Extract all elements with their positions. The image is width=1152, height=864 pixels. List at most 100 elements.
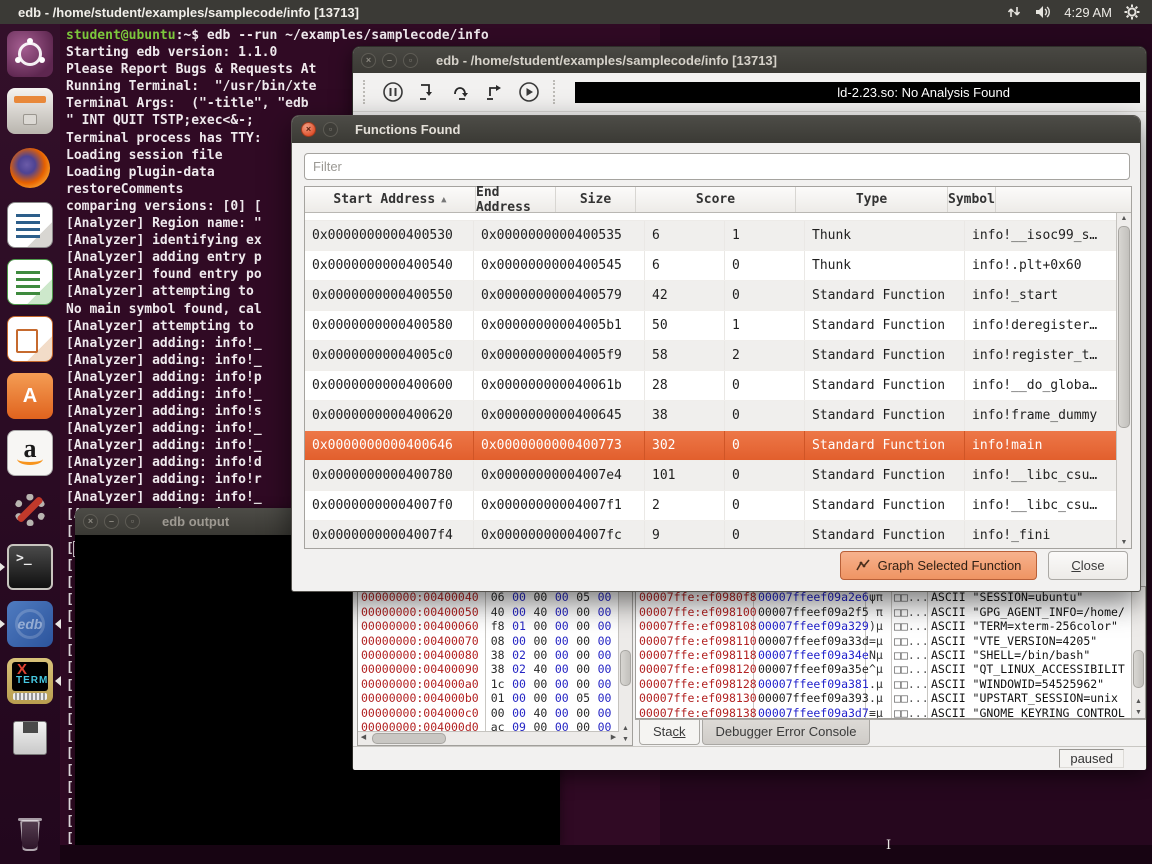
stack-row[interactable]: 00007ffe:ef098130 00007ffeef09a393 .μ □□…	[636, 691, 1132, 705]
column-header[interactable]: Size▲	[556, 187, 636, 212]
column-header[interactable]: Start Address▲	[305, 187, 476, 212]
stack-row[interactable]: 00007ffe:ef098128 00007ffeef09a381 .μ □□…	[636, 677, 1132, 691]
scroll-up-icon[interactable]: ▲	[619, 723, 632, 734]
stack-row[interactable]: 00007ffe:ef098110 00007ffeef09a33d =μ □□…	[636, 634, 1132, 648]
stack-panel[interactable]: 00007ffe:ef0980f0 00007ffeef09a2e0 00007…	[635, 586, 1146, 719]
scroll-right-icon[interactable]: ▶	[608, 732, 619, 744]
memory-row[interactable]: 00000000:00400070 08 00 00 00 00 00	[358, 634, 619, 648]
launcher-item[interactable]	[0, 87, 60, 135]
volume-icon[interactable]	[1034, 4, 1052, 20]
table-row[interactable]: 0x00000000004007f0 0x00000000004007f1 2 …	[305, 491, 1117, 521]
table-row[interactable]: 0x0000000000400620 0x0000000000400645 38…	[305, 401, 1117, 431]
stack-vertical-scrollbar[interactable]: ▲ ▼	[1131, 587, 1145, 718]
step-out-button[interactable]	[481, 78, 509, 106]
launcher-item[interactable]	[0, 144, 60, 192]
stack-row[interactable]: 00007ffe:ef0980f8 00007ffeef09a2e6 ψπ □□…	[636, 590, 1132, 604]
memory-row[interactable]: 00000000:00400080 38 02 00 00 00 00	[358, 648, 619, 662]
column-header[interactable]: Symbol▲	[948, 187, 996, 212]
memory-row[interactable]: 00000000:00400090 38 02 40 00 00 00	[358, 662, 619, 676]
scroll-down-icon[interactable]: ▼	[619, 734, 632, 745]
scrollbar-thumb[interactable]	[620, 650, 631, 686]
edb-titlebar[interactable]: × – ▫ edb - /home/student/examples/sampl…	[353, 47, 1146, 73]
table-row[interactable]: 0x0000000000400780 0x00000000004007e4 10…	[305, 461, 1117, 491]
scrollbar-thumb[interactable]	[1133, 650, 1144, 688]
minimize-icon[interactable]: –	[382, 53, 397, 68]
column-header[interactable]: End Address▲	[476, 187, 556, 212]
table-row[interactable]: 0x00000000004005c0 0x00000000004005f9 58…	[305, 341, 1117, 371]
memory-dump-panel[interactable]: 00000000:00400030 00 00 00 00 00 00 0000…	[357, 586, 633, 746]
launcher-item[interactable]	[0, 201, 60, 249]
maximize-icon[interactable]: ▫	[403, 53, 418, 68]
run-button[interactable]	[515, 78, 543, 106]
stack-row[interactable]: 00007ffe:ef098138 00007ffeef09a3d7 ≡μ □□…	[636, 706, 1132, 718]
functions-table[interactable]: Start Address▲ End Address▲ Size▲ Score▲…	[304, 186, 1132, 549]
scroll-down-icon[interactable]: ▼	[1132, 707, 1145, 718]
dock-tab[interactable]: Debugger Error Console	[702, 720, 871, 745]
launcher-item[interactable]	[0, 315, 60, 363]
step-over-button[interactable]	[447, 78, 475, 106]
column-header[interactable]: Type▲	[796, 187, 948, 212]
scroll-up-icon[interactable]: ▲	[1117, 213, 1131, 224]
step-over-icon	[450, 81, 472, 103]
functions-found-dialog[interactable]: × ▫ Functions Found Start Address▲ End A…	[291, 115, 1141, 592]
minimize-icon[interactable]: –	[104, 514, 119, 529]
maximize-icon[interactable]: ▫	[125, 514, 140, 529]
toolbar-grip[interactable]	[363, 80, 369, 104]
table-row[interactable]: 0x0000000000400580 0x00000000004005b1 50…	[305, 311, 1117, 341]
close-button[interactable]: Close	[1048, 551, 1128, 580]
table-row[interactable]: 0x0000000000400600 0x000000000040061b 28…	[305, 371, 1117, 401]
close-icon[interactable]: ×	[301, 122, 316, 137]
launcher-item[interactable]	[0, 714, 60, 762]
launcher-item[interactable]	[0, 30, 60, 78]
memory-vertical-scrollbar[interactable]: ▲ ▼	[618, 587, 632, 745]
close-icon[interactable]: ×	[83, 514, 98, 529]
scroll-up-icon[interactable]: ▲	[1132, 696, 1145, 707]
launcher-item[interactable]: X TERM	[0, 657, 60, 705]
table-row[interactable]: 0x0000000000400646 0x0000000000400773 30…	[305, 431, 1117, 461]
stack-address: 00007ffe:ef098100	[636, 605, 754, 619]
table-row[interactable]: 0x0000000000400550 0x0000000000400579 42…	[305, 281, 1117, 311]
stack-row[interactable]: 00007ffe:ef098118 00007ffeef09a34e Nμ □□…	[636, 648, 1132, 662]
table-row[interactable]: 0x0000000000400530 0x0000000000400535 6 …	[305, 221, 1117, 251]
scrollbar-thumb[interactable]	[1118, 226, 1130, 428]
filter-input[interactable]	[304, 153, 1130, 180]
memory-row[interactable]: 00000000:00400050 40 00 40 00 00 00	[358, 605, 619, 619]
memory-row[interactable]: 00000000:004000a0 1c 00 00 00 00 00	[358, 677, 619, 691]
stack-row[interactable]: 00007ffe:ef098108 00007ffeef09a329 )μ □□…	[636, 619, 1132, 633]
table-row[interactable]: 0x00000000004007f4 0x00000000004007fc 9 …	[305, 521, 1117, 548]
launcher-item[interactable]	[0, 258, 60, 306]
cell-type: Standard Function	[805, 401, 965, 430]
close-icon[interactable]: ×	[361, 53, 376, 68]
stack-row[interactable]: 00007ffe:ef098100 00007ffeef09a2f5 π □□.…	[636, 605, 1132, 619]
memory-row[interactable]: 00000000:004000c0 00 00 40 00 00 00	[358, 706, 619, 720]
dialog-titlebar[interactable]: × ▫ Functions Found	[292, 116, 1140, 143]
memory-row[interactable]: 00000000:004000b0 01 00 00 00 05 00	[358, 691, 619, 705]
launcher-item[interactable]	[0, 810, 60, 858]
scroll-left-icon[interactable]: ◀	[358, 732, 369, 744]
network-arrows-icon[interactable]	[1006, 4, 1022, 20]
table-vertical-scrollbar[interactable]: ▲ ▼	[1116, 213, 1131, 548]
step-into-button[interactable]	[413, 78, 441, 106]
table-row[interactable]: 0x0000000000400540 0x0000000000400545 6 …	[305, 251, 1117, 281]
memory-row[interactable]: 00000000:00400060 f8 01 00 00 00 00	[358, 619, 619, 633]
clock[interactable]: 4:29 AM	[1064, 5, 1112, 20]
memory-byte: 40	[533, 662, 554, 676]
dock-tab[interactable]: Stack	[639, 720, 700, 745]
launcher-item[interactable]: A	[0, 372, 60, 420]
column-header[interactable]: Score▲	[636, 187, 796, 212]
graph-selected-function-button[interactable]: Graph Selected Function	[840, 551, 1037, 580]
session-gear-icon[interactable]	[1124, 4, 1140, 20]
scrollbar-thumb[interactable]	[372, 733, 446, 744]
launcher-item[interactable]: a	[0, 429, 60, 477]
memory-horizontal-scrollbar[interactable]: ◀ ▶	[358, 731, 619, 745]
toolbar-grip[interactable]	[553, 80, 559, 104]
stack-row[interactable]: 00007ffe:ef098120 00007ffeef09a35e ^μ □□…	[636, 662, 1132, 676]
launcher-item[interactable]	[0, 486, 60, 534]
maximize-icon[interactable]: ▫	[323, 122, 338, 137]
pause-button[interactable]	[379, 78, 407, 106]
launcher-item[interactable]: >_	[0, 543, 60, 591]
scroll-down-icon[interactable]: ▼	[1117, 537, 1131, 548]
launcher-item[interactable]: edb	[0, 600, 60, 648]
memory-row[interactable]: 00000000:00400040 06 00 00 00 05 00	[358, 590, 619, 604]
stack-glyph-bytes: □□...	[892, 634, 928, 648]
